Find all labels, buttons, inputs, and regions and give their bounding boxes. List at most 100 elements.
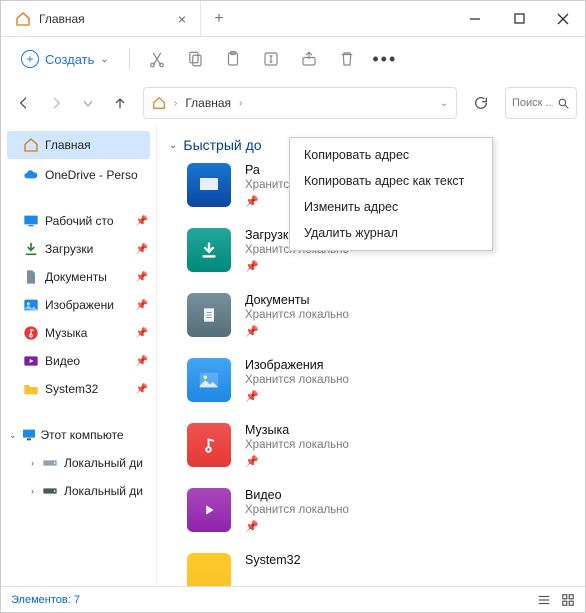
- download-icon: [23, 241, 39, 257]
- minimize-button[interactable]: [453, 1, 497, 37]
- cut-icon[interactable]: [140, 42, 174, 76]
- more-icon[interactable]: •••: [368, 42, 402, 76]
- pin-icon: 📌: [245, 455, 349, 468]
- sidebar-item-documents[interactable]: Документы 📌: [1, 263, 156, 291]
- item-subtitle: Хранится локально: [245, 309, 349, 321]
- sidebar-item-localdisk[interactable]: › Локальный ди: [1, 477, 156, 505]
- item-system32[interactable]: System32: [187, 553, 573, 586]
- ctx-copy-address-text[interactable]: Копировать адрес как текст: [290, 168, 492, 194]
- sidebar-item-label: Документы: [45, 270, 107, 284]
- chevron-down-icon: ⌄: [100, 54, 108, 65]
- item-subtitle: Хранится локально: [245, 504, 349, 516]
- chevron-down-icon[interactable]: ⌄: [169, 140, 177, 151]
- folder-desktop-icon: [187, 163, 231, 207]
- ctx-copy-address[interactable]: Копировать адрес: [290, 142, 492, 168]
- sidebar-item-label: Рабочий сто: [45, 214, 114, 228]
- chevron-right-icon[interactable]: ›: [239, 98, 242, 109]
- ctx-clear-history[interactable]: Удалить журнал: [290, 220, 492, 246]
- share-icon[interactable]: [292, 42, 326, 76]
- picture-icon: [23, 297, 39, 313]
- recent-button[interactable]: [73, 88, 103, 118]
- sidebar-item-label: Главная: [45, 138, 91, 152]
- sidebar-item-localdisk[interactable]: › Локальный ди: [1, 449, 156, 477]
- tab-close-icon[interactable]: ×: [178, 11, 186, 27]
- addr-dropdown-icon[interactable]: ⌄: [440, 98, 448, 109]
- status-count: Элементов: 7: [11, 594, 80, 606]
- ctx-edit-address[interactable]: Изменить адрес: [290, 194, 492, 220]
- address-bar[interactable]: › Главная › ⌄: [143, 87, 457, 119]
- sidebar-item-label: Музыка: [45, 326, 87, 340]
- tab-home[interactable]: Главная ×: [1, 1, 201, 36]
- create-button[interactable]: + Создать ⌄: [11, 44, 119, 74]
- view-list-icon[interactable]: [537, 593, 551, 607]
- view-grid-icon[interactable]: [561, 593, 575, 607]
- item-name: Изображения: [245, 358, 349, 372]
- disk-icon: [42, 455, 58, 471]
- item-documents[interactable]: Документы Хранится локально 📌: [187, 293, 573, 338]
- pin-icon: 📌: [136, 356, 148, 367]
- status-bar: Элементов: 7: [1, 586, 585, 612]
- chevron-right-icon[interactable]: ›: [31, 458, 34, 468]
- item-name: System32: [245, 553, 301, 567]
- sidebar-item-label: OneDrive - Perso: [45, 168, 138, 182]
- rename-icon[interactable]: [254, 42, 288, 76]
- home-icon: [152, 96, 166, 110]
- sidebar-item-downloads[interactable]: Загрузки 📌: [1, 235, 156, 263]
- folder-icon: [23, 381, 39, 397]
- folder-music-icon: [187, 423, 231, 467]
- forward-button[interactable]: [41, 88, 71, 118]
- search-box[interactable]: [505, 87, 577, 119]
- sidebar-item-home[interactable]: Главная: [7, 131, 150, 159]
- sidebar-item-label: Видео: [45, 354, 80, 368]
- item-videos[interactable]: Видео Хранится локально 📌: [187, 488, 573, 533]
- paste-icon[interactable]: [216, 42, 250, 76]
- music-icon: [23, 325, 39, 341]
- item-subtitle: Хранится локально: [245, 374, 349, 386]
- folder-pictures-icon: [187, 358, 231, 402]
- separator: [129, 48, 130, 70]
- sidebar-item-onedrive[interactable]: OneDrive - Perso: [1, 161, 156, 189]
- close-button[interactable]: [541, 1, 585, 37]
- nav-row: › Главная › ⌄: [1, 81, 585, 125]
- chevron-right-icon[interactable]: ›: [31, 486, 34, 496]
- tab-title: Главная: [39, 12, 170, 26]
- sidebar-item-label: Локальный ди: [64, 456, 143, 470]
- sidebar-item-label: System32: [45, 382, 98, 396]
- sidebar-item-videos[interactable]: Видео 📌: [1, 347, 156, 375]
- create-label: Создать: [45, 52, 94, 67]
- search-input[interactable]: [512, 97, 553, 109]
- sidebar-item-desktop[interactable]: Рабочий сто 📌: [1, 207, 156, 235]
- item-pictures[interactable]: Изображения Хранится локально 📌: [187, 358, 573, 403]
- pin-icon: 📌: [245, 520, 349, 533]
- sidebar-item-label: Этот компьюте: [41, 428, 124, 442]
- sidebar-item-label: Изображени: [45, 298, 114, 312]
- new-tab-button[interactable]: +: [201, 10, 237, 28]
- up-button[interactable]: [105, 88, 135, 118]
- copy-icon[interactable]: [178, 42, 212, 76]
- pin-icon: 📌: [245, 260, 349, 273]
- desktop-icon: [23, 213, 39, 229]
- folder-documents-icon: [187, 293, 231, 337]
- pin-icon: 📌: [245, 390, 349, 403]
- back-button[interactable]: [9, 88, 39, 118]
- sidebar: Главная OneDrive - Perso Рабочий сто 📌 З…: [1, 125, 157, 586]
- item-subtitle: Хранится локально: [245, 439, 349, 451]
- refresh-button[interactable]: [465, 87, 497, 119]
- sidebar-group-thispc[interactable]: ⌄ Этот компьюте: [1, 421, 156, 449]
- chevron-down-icon[interactable]: ⌄: [9, 430, 17, 441]
- plus-circle-icon: +: [21, 50, 39, 68]
- sidebar-item-system32[interactable]: System32 📌: [1, 375, 156, 403]
- home-icon: [15, 11, 31, 27]
- sidebar-item-music[interactable]: Музыка 📌: [1, 319, 156, 347]
- delete-icon[interactable]: [330, 42, 364, 76]
- maximize-button[interactable]: [497, 1, 541, 37]
- address-context-menu: Копировать адрес Копировать адрес как те…: [289, 137, 493, 251]
- sidebar-item-pictures[interactable]: Изображени 📌: [1, 291, 156, 319]
- item-name: Музыка: [245, 423, 349, 437]
- search-icon[interactable]: [557, 97, 570, 110]
- pin-icon: 📌: [136, 300, 148, 311]
- breadcrumb-home[interactable]: Главная: [185, 96, 231, 110]
- item-music[interactable]: Музыка Хранится локально 📌: [187, 423, 573, 468]
- chevron-right-icon[interactable]: ›: [174, 98, 177, 109]
- pin-icon: 📌: [136, 244, 148, 255]
